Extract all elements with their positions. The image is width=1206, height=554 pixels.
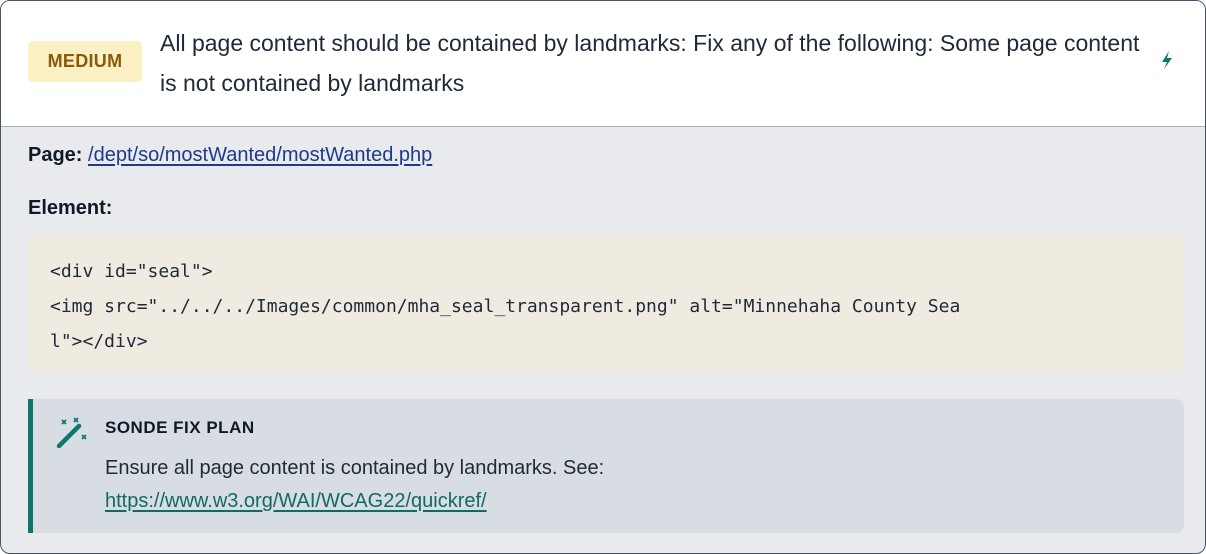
issue-header[interactable]: MEDIUM All page content should be contai…: [1, 1, 1205, 127]
fix-plan-description: Ensure all page content is contained by …: [105, 457, 605, 479]
bolt-icon[interactable]: [1159, 49, 1175, 71]
issue-title: All page content should be contained by …: [160, 30, 1140, 96]
severity-badge: MEDIUM: [28, 41, 142, 82]
fix-plan-panel: SONDE FIX PLAN Ensure all page content i…: [28, 399, 1184, 533]
page-label: Page:: [28, 144, 83, 166]
fix-plan-link[interactable]: https://www.w3.org/WAI/WCAG22/quickref/: [105, 490, 487, 512]
magic-wand-icon: [56, 417, 87, 448]
element-row: Element:: [28, 197, 112, 220]
element-label: Element:: [28, 197, 113, 219]
issue-details: Page: /dept/so/mostWanted/mostWanted.php…: [1, 128, 1205, 553]
element-code-block: <div id="seal"> <img src="../../../Image…: [28, 234, 1184, 371]
fix-plan-text: Ensure all page content is contained by …: [105, 452, 1165, 518]
issue-card: MEDIUM All page content should be contai…: [0, 0, 1206, 554]
fix-plan-heading: SONDE FIX PLAN: [105, 418, 255, 437]
page-row: Page: /dept/so/mostWanted/mostWanted.php: [28, 144, 432, 167]
page-url-link[interactable]: /dept/so/mostWanted/mostWanted.php: [88, 144, 432, 166]
